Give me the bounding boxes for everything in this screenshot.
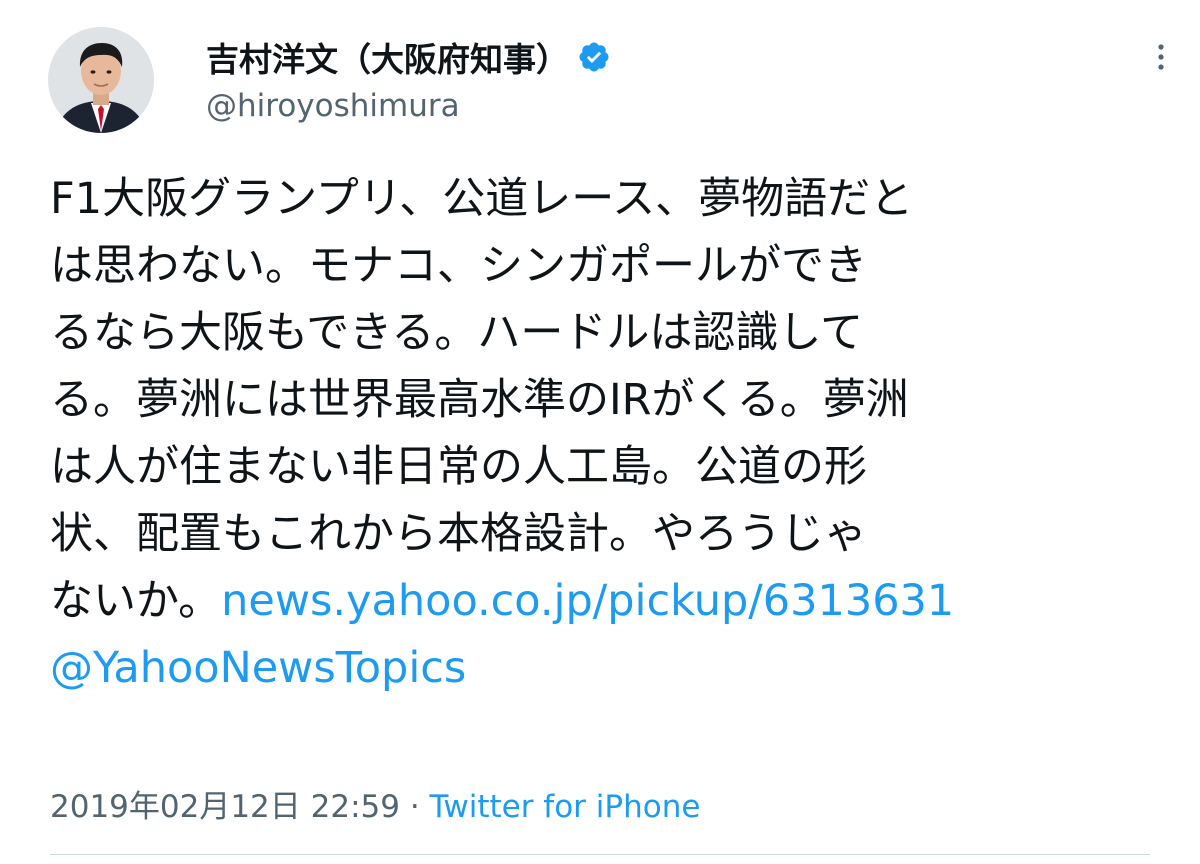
tweet-text-line: F1大阪グランプリ、公道レース、夢物語だと bbox=[50, 174, 914, 224]
verified-badge-icon bbox=[577, 40, 611, 74]
meta-separator: · bbox=[399, 789, 430, 825]
author-name-row: 吉村洋文（大阪府知事） bbox=[206, 34, 611, 80]
tweet-card: 吉村洋文（大阪府知事） @hiroyoshimura F1大阪グランプリ、公道レ… bbox=[0, 0, 1200, 864]
avatar-photo bbox=[48, 27, 154, 133]
tweet-text-line: は人が住まない非日常の人工島。公道の形 bbox=[50, 442, 867, 492]
tweet-text-line-with-link: ないか。news.yahoo.co.jp/pickup/6313631 bbox=[50, 568, 1110, 635]
mention-link[interactable]: @YahooNewsTopics bbox=[50, 643, 466, 693]
tweet-meta: 2019年02月12日 22:59 · Twitter for iPhone bbox=[50, 781, 700, 826]
tweet-text-line: るなら大阪もできる。ハードルは認識して bbox=[50, 308, 864, 358]
tweet-text-fragment: ないか。 bbox=[50, 576, 222, 626]
tweet-text: F1大阪グランプリ、公道レース、夢物語だと は思わない。モナコ、シンガポールがで… bbox=[50, 166, 1110, 702]
tweet-text-line: る。夢洲には世界最高水準のIRがくる。夢洲 bbox=[50, 375, 909, 425]
tweet-timestamp[interactable]: 2019年02月12日 22:59 bbox=[50, 789, 400, 825]
divider bbox=[50, 854, 1150, 855]
news-link[interactable]: news.yahoo.co.jp/pickup/6313631 bbox=[221, 576, 954, 626]
tweet-mention-line: @YahooNewsTopics bbox=[50, 635, 1110, 702]
tweet-text-line: 状、配置もこれから本格設計。やろうじゃ bbox=[50, 509, 867, 559]
tweet-text-line: は思わない。モナコ、シンガポールができ bbox=[50, 241, 867, 291]
author-handle[interactable]: @hiroyoshimura bbox=[206, 88, 460, 124]
tweet-source-link[interactable]: Twitter for iPhone bbox=[430, 789, 701, 825]
more-vertical-icon[interactable] bbox=[1146, 42, 1176, 72]
avatar[interactable] bbox=[48, 27, 154, 133]
author-display-name[interactable]: 吉村洋文（大阪府知事） bbox=[206, 33, 569, 81]
